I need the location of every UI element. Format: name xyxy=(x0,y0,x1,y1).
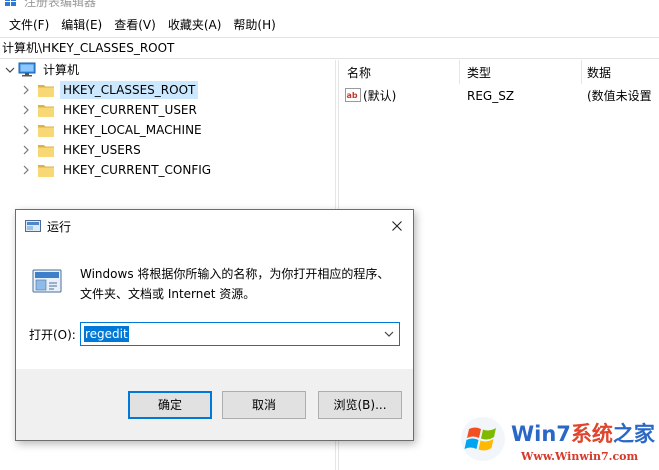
browse-button[interactable]: 浏览(B)... xyxy=(318,391,402,419)
column-header-name[interactable]: 名称 xyxy=(347,64,371,82)
regedit-app-icon xyxy=(5,0,16,6)
tree-item-label: HKEY_LOCAL_MACHINE xyxy=(63,123,202,137)
column-header-type[interactable]: 类型 xyxy=(467,64,491,82)
tree-item-label: HKEY_USERS xyxy=(63,143,141,157)
tree-item-label: HKEY_CURRENT_USER xyxy=(63,103,197,117)
folder-icon xyxy=(38,125,54,137)
chevron-down-icon xyxy=(384,331,394,337)
tree-item-hklm[interactable]: HKEY_LOCAL_MACHINE xyxy=(20,120,205,140)
menu-help[interactable]: 帮助(H) xyxy=(227,15,281,35)
menu-bar: 文件(F) 编辑(E) 查看(V) 收藏夹(A) 帮助(H) xyxy=(0,14,659,36)
menu-view[interactable]: 查看(V) xyxy=(108,15,162,35)
run-command-input[interactable]: regedit xyxy=(80,322,400,346)
address-bar[interactable]: 计算机\HKEY_CLASSES_ROOT xyxy=(0,37,659,59)
run-large-icon xyxy=(32,269,62,293)
tree-item-label: HKEY_CLASSES_ROOT xyxy=(60,81,199,99)
watermark-brand-part: Win7 xyxy=(511,422,571,446)
chevron-right-icon[interactable] xyxy=(20,80,32,100)
folder-icon xyxy=(38,165,54,177)
run-command-value[interactable]: regedit xyxy=(84,326,129,342)
menu-edit[interactable]: 编辑(E) xyxy=(55,15,108,35)
string-value-icon: ab xyxy=(345,88,361,102)
watermark-url: Www.Winwin7.com xyxy=(521,450,639,463)
value-name: (默认) xyxy=(363,89,397,103)
folder-icon xyxy=(38,105,54,117)
tree-item-hku[interactable]: HKEY_USERS xyxy=(20,140,144,160)
watermark-brand-part: 之家 xyxy=(612,422,655,446)
tree-item-computer[interactable]: 计算机 xyxy=(4,60,82,80)
chevron-right-icon[interactable] xyxy=(20,160,32,180)
menu-favorites[interactable]: 收藏夹(A) xyxy=(162,15,228,35)
svg-text:ab: ab xyxy=(347,91,358,100)
run-dialog-title: 运行 xyxy=(47,220,72,234)
run-dialog-title-bar[interactable]: 运行 xyxy=(16,210,413,241)
tree-item-label: 计算机 xyxy=(43,63,80,77)
watermark-brand: Win7系统之家 xyxy=(511,418,655,448)
open-label: 打开(O): xyxy=(29,328,76,342)
tree-item-hkcu[interactable]: HKEY_CURRENT_USER xyxy=(20,100,200,120)
chevron-right-icon[interactable] xyxy=(20,140,32,160)
cancel-button[interactable]: 取消 xyxy=(222,391,306,419)
folder-icon xyxy=(38,145,54,157)
chevron-right-icon[interactable] xyxy=(20,100,32,120)
tree-item-label: HKEY_CURRENT_CONFIG xyxy=(63,163,212,177)
chevron-right-icon[interactable] xyxy=(20,120,32,140)
windows-logo-icon xyxy=(461,417,505,461)
run-dialog-body: Windows 将根据你所输入的名称，为你打开相应的程序、文件夹、文档或 Int… xyxy=(16,241,413,369)
column-divider[interactable] xyxy=(581,60,582,84)
run-icon xyxy=(25,220,41,232)
column-divider[interactable] xyxy=(459,60,460,84)
computer-icon xyxy=(18,62,36,77)
watermark-brand-part: 系统 xyxy=(570,422,613,446)
title-bar: 注册表编辑器 xyxy=(0,0,659,12)
folder-icon xyxy=(38,85,54,97)
menu-file[interactable]: 文件(F) xyxy=(3,15,55,35)
tree-item-hkcr[interactable]: HKEY_CLASSES_ROOT xyxy=(20,80,199,100)
value-data: (数值未设置 xyxy=(587,89,652,103)
tree-item-hkcc[interactable]: HKEY_CURRENT_CONFIG xyxy=(20,160,214,180)
column-header-data[interactable]: 数据 xyxy=(587,64,611,82)
ok-button[interactable]: 确定 xyxy=(128,391,212,419)
close-icon xyxy=(392,220,402,231)
close-button[interactable] xyxy=(381,210,413,241)
value-type: REG_SZ xyxy=(467,89,515,103)
window-title: 注册表编辑器 xyxy=(24,0,97,9)
dropdown-button[interactable] xyxy=(379,323,399,345)
chevron-down-icon[interactable] xyxy=(4,60,16,80)
run-dialog-description: Windows 将根据你所输入的名称，为你打开相应的程序、文件夹、文档或 Int… xyxy=(80,267,390,301)
run-dialog[interactable]: 运行 Windows 将根据你所输入的名称，为你打开相应的程序、文件夹、文档或 … xyxy=(15,209,414,441)
